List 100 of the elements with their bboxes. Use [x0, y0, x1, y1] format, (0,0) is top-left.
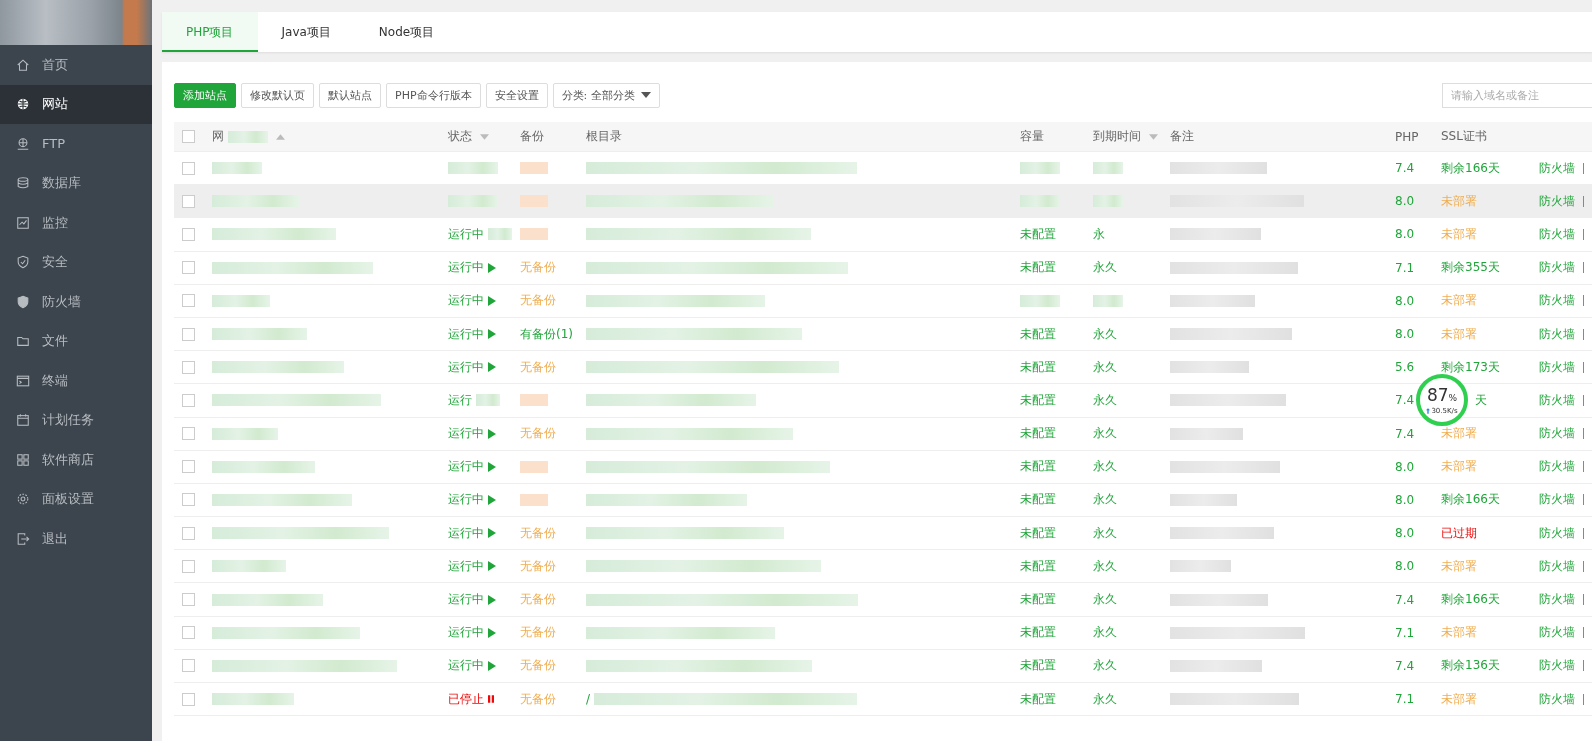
- expiry-link[interactable]: 永: [1093, 225, 1105, 243]
- category-dropdown[interactable]: 分类: 全部分类: [552, 82, 660, 108]
- site-row[interactable]: 8.0 未部署 防火墙: [174, 185, 1592, 219]
- row-checkbox[interactable]: [182, 659, 195, 673]
- sort-asc-icon[interactable]: [276, 133, 285, 140]
- firewall-link[interactable]: 防火墙: [1539, 461, 1584, 473]
- capacity-link[interactable]: 未配置: [1020, 690, 1056, 708]
- column-header[interactable]: 容量: [1020, 128, 1044, 145]
- site-row[interactable]: 运行中 未配置 永 8.0 未部署 防火墙: [174, 218, 1592, 252]
- ssl-status-link[interactable]: 未部署: [1441, 624, 1477, 642]
- sort-desc-icon[interactable]: [480, 133, 489, 140]
- firewall-link[interactable]: 防火墙: [1539, 262, 1584, 274]
- column-header[interactable]: 根目录: [586, 128, 622, 145]
- ssl-status-link[interactable]: 剩余166天: [1441, 591, 1500, 609]
- expiry-link[interactable]: 永久: [1093, 358, 1117, 376]
- backup-link[interactable]: 有备份(1): [520, 325, 573, 343]
- row-checkbox[interactable]: [182, 559, 195, 573]
- column-header[interactable]: 到期时间: [1093, 128, 1141, 145]
- backup-link[interactable]: 无备份: [520, 292, 556, 310]
- firewall-link[interactable]: 防火墙: [1539, 195, 1584, 207]
- backup-link[interactable]: 无备份: [520, 524, 556, 542]
- ssl-status-link[interactable]: 天: [1475, 391, 1487, 409]
- firewall-link[interactable]: 防火墙: [1539, 228, 1584, 240]
- row-checkbox[interactable]: [182, 493, 195, 507]
- select-all-checkbox[interactable]: [182, 130, 195, 143]
- row-checkbox[interactable]: [182, 261, 195, 275]
- php-version-link[interactable]: 8.0: [1395, 293, 1415, 308]
- column-header[interactable]: 备注: [1170, 128, 1194, 145]
- php-version-link[interactable]: 5.6: [1395, 360, 1415, 375]
- status-link[interactable]: 运行中: [448, 557, 484, 575]
- php-version-link[interactable]: 7.1: [1395, 625, 1415, 640]
- column-header[interactable]: 网: [212, 128, 224, 145]
- capacity-link[interactable]: 未配置: [1020, 259, 1056, 277]
- capacity-link[interactable]: 未配置: [1020, 225, 1056, 243]
- status-link[interactable]: 运行中: [448, 591, 484, 609]
- site-row[interactable]: 运行中 无备份 未配置 永久 5.6 剩余173天 防火墙: [174, 351, 1592, 385]
- expiry-link[interactable]: 永久: [1093, 591, 1117, 609]
- firewall-link[interactable]: 防火墙: [1539, 594, 1584, 606]
- expiry-link[interactable]: 永久: [1093, 458, 1117, 476]
- row-checkbox[interactable]: [182, 294, 195, 308]
- capacity-link[interactable]: 未配置: [1020, 557, 1056, 575]
- firewall-link[interactable]: 防火墙: [1539, 660, 1584, 672]
- row-checkbox[interactable]: [182, 393, 195, 407]
- firewall-link[interactable]: 防火墙: [1539, 494, 1584, 506]
- site-row[interactable]: 运行中 无备份 未配置 永久 7.4 未部署 防火墙: [174, 417, 1592, 451]
- ssl-status-link[interactable]: 未部署: [1441, 458, 1477, 476]
- ssl-status-link[interactable]: 剩余166天: [1441, 491, 1500, 509]
- expiry-link[interactable]: 永久: [1093, 690, 1117, 708]
- row-checkbox[interactable]: [182, 460, 195, 474]
- firewall-link[interactable]: 防火墙: [1539, 560, 1584, 572]
- column-header[interactable]: 状态: [448, 128, 472, 145]
- backup-link[interactable]: 无备份: [520, 557, 556, 575]
- sidebar-item[interactable]: 安全: [0, 242, 152, 282]
- php-version-link[interactable]: 7.1: [1395, 260, 1415, 275]
- sidebar-item[interactable]: FTP: [0, 124, 152, 164]
- toolbar-button[interactable]: 修改默认页: [241, 82, 314, 108]
- capacity-link[interactable]: 未配置: [1020, 491, 1056, 509]
- expiry-link[interactable]: 永久: [1093, 391, 1117, 409]
- firewall-link[interactable]: 防火墙: [1539, 295, 1584, 307]
- firewall-link[interactable]: 防火墙: [1539, 527, 1584, 539]
- capacity-link[interactable]: 未配置: [1020, 358, 1056, 376]
- sidebar-item[interactable]: 数据库: [0, 163, 152, 203]
- column-header[interactable]: 备份: [520, 128, 544, 145]
- sort-desc-icon[interactable]: [1149, 133, 1158, 140]
- capacity-link[interactable]: 未配置: [1020, 425, 1056, 443]
- toolbar-button[interactable]: 添加站点: [174, 82, 236, 108]
- row-checkbox[interactable]: [182, 360, 195, 374]
- row-checkbox[interactable]: [182, 626, 195, 640]
- php-version-link[interactable]: 8.0: [1395, 194, 1415, 209]
- firewall-link[interactable]: 防火墙: [1539, 693, 1584, 705]
- sidebar-item[interactable]: 文件: [0, 321, 152, 361]
- capacity-link[interactable]: 未配置: [1020, 458, 1056, 476]
- project-tab[interactable]: Node项目: [354, 12, 459, 52]
- row-checkbox[interactable]: [182, 593, 195, 607]
- expiry-link[interactable]: 永久: [1093, 557, 1117, 575]
- backup-link[interactable]: 无备份: [520, 657, 556, 675]
- status-link[interactable]: 运行中: [448, 292, 484, 310]
- root-path[interactable]: /: [586, 692, 591, 707]
- sidebar-item[interactable]: 监控: [0, 203, 152, 243]
- row-checkbox[interactable]: [182, 161, 195, 175]
- expiry-link[interactable]: 永久: [1093, 259, 1117, 277]
- ssl-status-link[interactable]: 未部署: [1441, 557, 1477, 575]
- status-link[interactable]: 运行中: [448, 225, 484, 243]
- expiry-link[interactable]: 永久: [1093, 657, 1117, 675]
- backup-link[interactable]: 无备份: [520, 624, 556, 642]
- backup-link[interactable]: 无备份: [520, 690, 556, 708]
- capacity-link[interactable]: 未配置: [1020, 591, 1056, 609]
- sidebar-item[interactable]: 面板设置: [0, 479, 152, 519]
- ssl-status-link[interactable]: 剩余355天: [1441, 259, 1500, 277]
- column-header[interactable]: PHP: [1395, 129, 1419, 144]
- backup-link[interactable]: 无备份: [520, 425, 556, 443]
- expiry-link[interactable]: 永久: [1093, 491, 1117, 509]
- capacity-link[interactable]: 未配置: [1020, 391, 1056, 409]
- firewall-link[interactable]: 防火墙: [1539, 428, 1584, 440]
- row-checkbox[interactable]: [182, 526, 195, 540]
- row-checkbox[interactable]: [182, 227, 195, 241]
- capacity-link[interactable]: 未配置: [1020, 657, 1056, 675]
- capacity-link[interactable]: 未配置: [1020, 624, 1056, 642]
- ssl-status-link[interactable]: 未部署: [1441, 192, 1477, 210]
- site-row[interactable]: 运行中 无备份 8.0 未部署 防火墙: [174, 284, 1592, 318]
